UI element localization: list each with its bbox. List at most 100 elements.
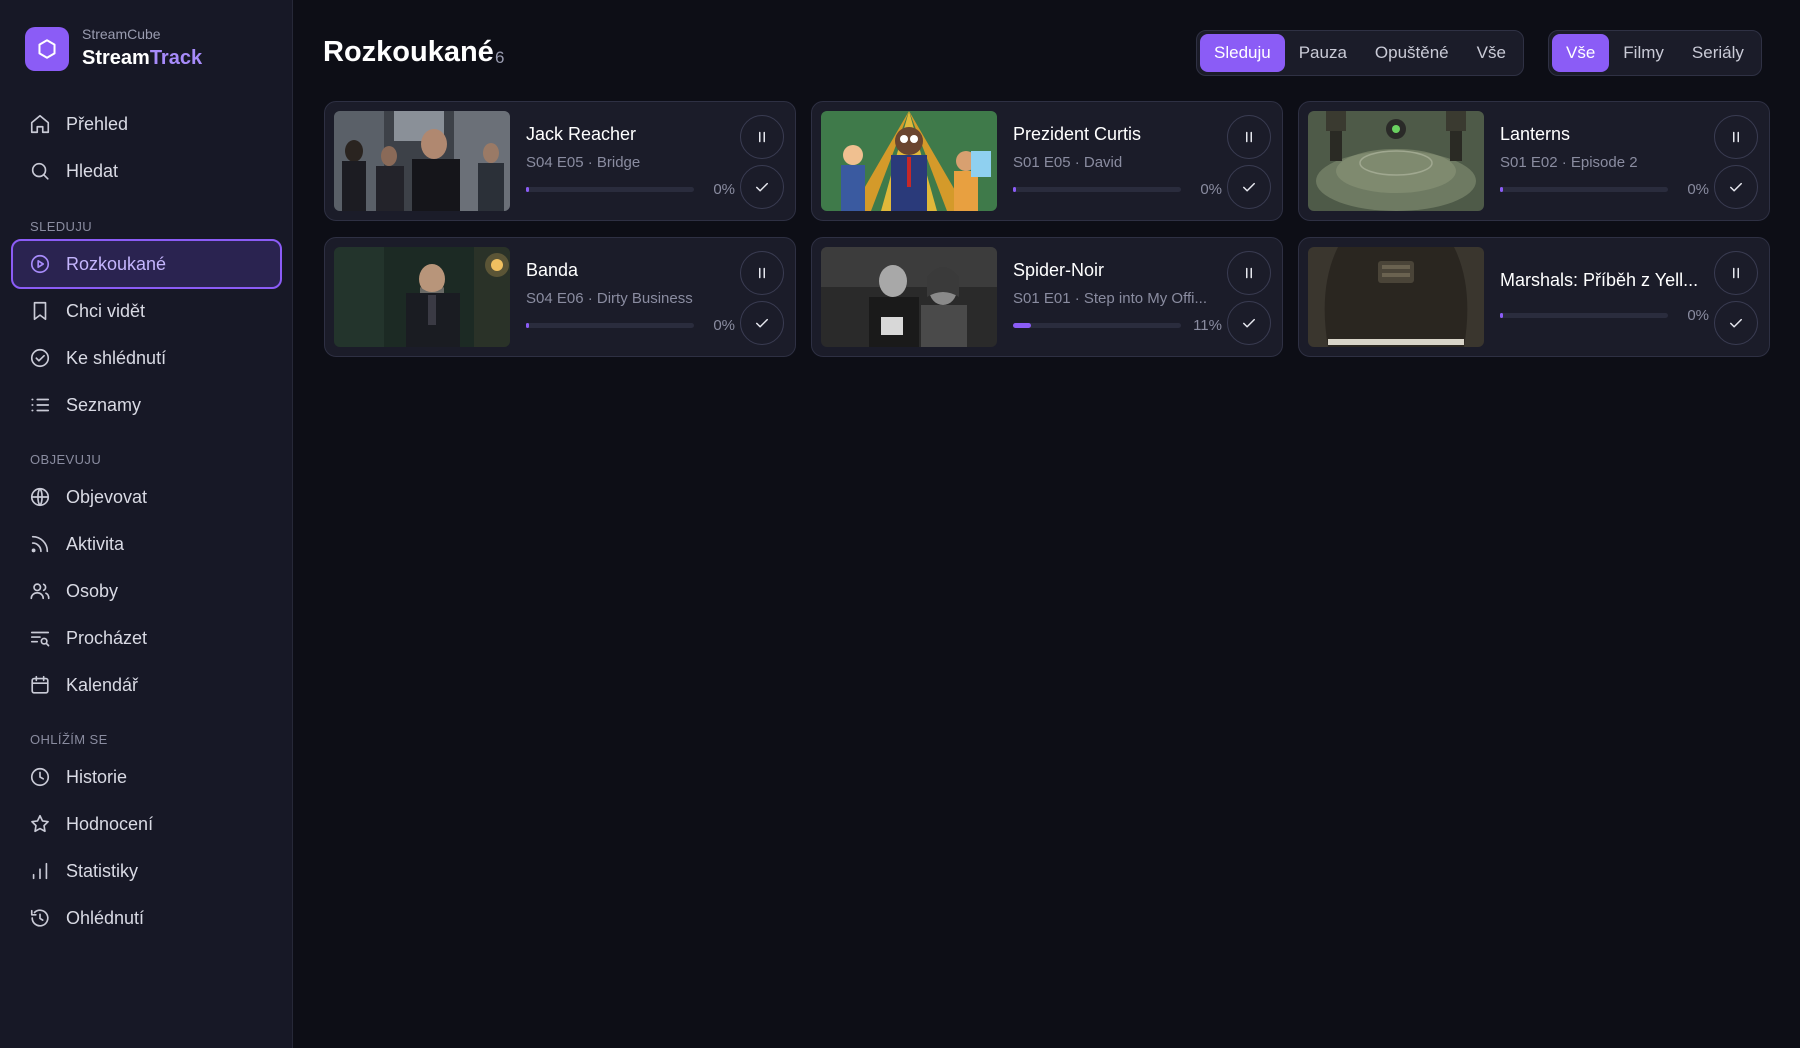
- nav-item-aktivita[interactable]: Aktivita: [11, 519, 282, 569]
- list-icon: [31, 398, 50, 412]
- check-icon: [1243, 318, 1255, 328]
- show-thumbnail[interactable]: [334, 247, 510, 347]
- mark-watched-button[interactable]: [1227, 301, 1271, 345]
- progress-bar: [1013, 323, 1181, 328]
- nav-item-hodnoceni[interactable]: Hodnocení: [11, 799, 282, 849]
- search-icon: [31, 162, 49, 180]
- show-title[interactable]: Spider-Noir: [1013, 260, 1248, 281]
- episode-info: S04 E06 · Dirty Business: [526, 290, 693, 307]
- nav-item-rozkoukane[interactable]: Rozkoukané: [11, 239, 282, 289]
- status-filter-opustene[interactable]: Opuštěné: [1361, 34, 1463, 72]
- show-thumbnail[interactable]: [1308, 247, 1484, 347]
- bookmark-icon: [33, 301, 47, 321]
- status-filter-pauza[interactable]: Pauza: [1285, 34, 1361, 72]
- type-filter-serialy[interactable]: Seriály: [1678, 34, 1758, 72]
- show-card[interactable]: Prezident Curtis S01 E05 · David 0%: [811, 101, 1283, 221]
- progress-fill: [526, 187, 529, 192]
- type-filter-filmy[interactable]: Filmy: [1609, 34, 1678, 72]
- brand-name: StreamTrack: [82, 47, 203, 69]
- mark-watched-button[interactable]: [1714, 165, 1758, 209]
- nav-item-historie[interactable]: Historie: [11, 752, 282, 802]
- episode-info: S04 E05 · Bridge: [526, 154, 641, 171]
- episode-info: S01 E05 · David: [1013, 154, 1123, 171]
- pause-button[interactable]: [740, 115, 784, 159]
- page-title: Rozkoukané: [323, 36, 494, 68]
- show-title[interactable]: Prezident Curtis: [1013, 124, 1248, 145]
- show-title[interactable]: Banda: [526, 260, 761, 281]
- episode-info: S01 E01 · Step into My Offi...: [1013, 290, 1207, 307]
- nav-item-objevovat[interactable]: Objevovat: [11, 472, 282, 522]
- mark-watched-button[interactable]: [1227, 165, 1271, 209]
- progress-bar: [526, 323, 694, 328]
- rss-icon: [31, 535, 49, 553]
- pause-button[interactable]: [1714, 115, 1758, 159]
- hexagon-logo-icon: [25, 26, 69, 71]
- section-label-ohlizim-se: OHLÍŽÍM SE: [30, 732, 108, 747]
- brand-org: StreamCube: [82, 26, 161, 42]
- progress-fill: [1500, 313, 1503, 318]
- progress-bar: [1013, 187, 1181, 192]
- check-icon: [1243, 182, 1255, 192]
- show-title[interactable]: Jack Reacher: [526, 124, 761, 145]
- progress-percent: 0%: [1687, 307, 1709, 324]
- check-circle-icon: [30, 348, 50, 368]
- clock-icon: [30, 767, 50, 787]
- pause-button[interactable]: [740, 251, 784, 295]
- progress-percent: 11%: [1193, 317, 1222, 334]
- progress-bar: [1500, 313, 1668, 318]
- progress-percent: 0%: [1687, 181, 1709, 198]
- pause-icon: [1733, 267, 1739, 279]
- status-filter: Sleduju Pauza Opuštěné Vše: [1196, 30, 1524, 76]
- nav-item-statistiky[interactable]: Statistiky: [11, 846, 282, 896]
- pause-icon: [759, 267, 765, 279]
- type-filter-vse[interactable]: Vše: [1552, 34, 1610, 72]
- show-title[interactable]: Marshals: Příběh z Yell...: [1500, 270, 1700, 291]
- progress-fill: [1500, 187, 1503, 192]
- show-card[interactable]: Banda S04 E06 · Dirty Business 0%: [324, 237, 796, 357]
- show-card[interactable]: Spider-Noir S01 E01 · Step into My Offi.…: [811, 237, 1283, 357]
- pause-icon: [1733, 131, 1739, 143]
- mark-watched-button[interactable]: [740, 165, 784, 209]
- progress-fill: [1013, 323, 1032, 328]
- pause-button[interactable]: [1227, 251, 1271, 295]
- home-icon: [30, 114, 50, 134]
- check-icon: [756, 182, 768, 192]
- mark-watched-button[interactable]: [1714, 301, 1758, 345]
- nav-item-seznamy[interactable]: Seznamy: [11, 380, 282, 430]
- nav-item-prochazet[interactable]: Procházet: [11, 613, 282, 663]
- show-card[interactable]: Lanterns S01 E02 · Episode 2 0%: [1298, 101, 1770, 221]
- progress-bar: [1500, 187, 1668, 192]
- progress-fill: [526, 323, 529, 328]
- mark-watched-button[interactable]: [740, 301, 784, 345]
- pause-button[interactable]: [1714, 251, 1758, 295]
- nav-item-chci-videt[interactable]: Chci vidět: [11, 286, 282, 336]
- item-count: 6: [495, 48, 505, 67]
- progress-percent: 0%: [1200, 181, 1222, 198]
- sidebar: StreamCube StreamTrack Přehled Hledat SL…: [0, 0, 293, 1048]
- nav-item-ke-shlednuti[interactable]: Ke shlédnutí: [11, 333, 282, 383]
- show-thumbnail[interactable]: [1308, 111, 1484, 211]
- show-thumbnail[interactable]: [334, 111, 510, 211]
- nav-item-hledat[interactable]: Hledat: [11, 146, 282, 196]
- pause-icon: [1246, 131, 1252, 143]
- calendar-icon: [31, 675, 49, 694]
- pause-icon: [759, 131, 765, 143]
- progress-percent: 0%: [713, 181, 735, 198]
- pause-icon: [1246, 267, 1252, 279]
- status-filter-vse[interactable]: Vše: [1463, 34, 1520, 72]
- status-filter-sleduju[interactable]: Sleduju: [1200, 34, 1285, 72]
- pause-button[interactable]: [1227, 115, 1271, 159]
- show-thumbnail[interactable]: [821, 247, 997, 347]
- show-card[interactable]: Marshals: Příběh z Yell... 0%: [1298, 237, 1770, 357]
- nav-item-prehled[interactable]: Přehled: [11, 99, 282, 149]
- section-label-sleduju: SLEDUJU: [30, 219, 93, 234]
- nav-item-osoby[interactable]: Osoby: [11, 566, 282, 616]
- show-card[interactable]: Jack Reacher S04 E05 · Bridge 0%: [324, 101, 796, 221]
- show-title[interactable]: Lanterns: [1500, 124, 1735, 145]
- nav-item-kalendar[interactable]: Kalendář: [11, 660, 282, 710]
- star-icon: [31, 814, 49, 833]
- nav-item-ohlednuti[interactable]: Ohlédnutí: [11, 893, 282, 943]
- show-thumbnail[interactable]: [821, 111, 997, 211]
- history-icon: [30, 909, 49, 927]
- brand[interactable]: StreamCube StreamTrack: [25, 26, 202, 71]
